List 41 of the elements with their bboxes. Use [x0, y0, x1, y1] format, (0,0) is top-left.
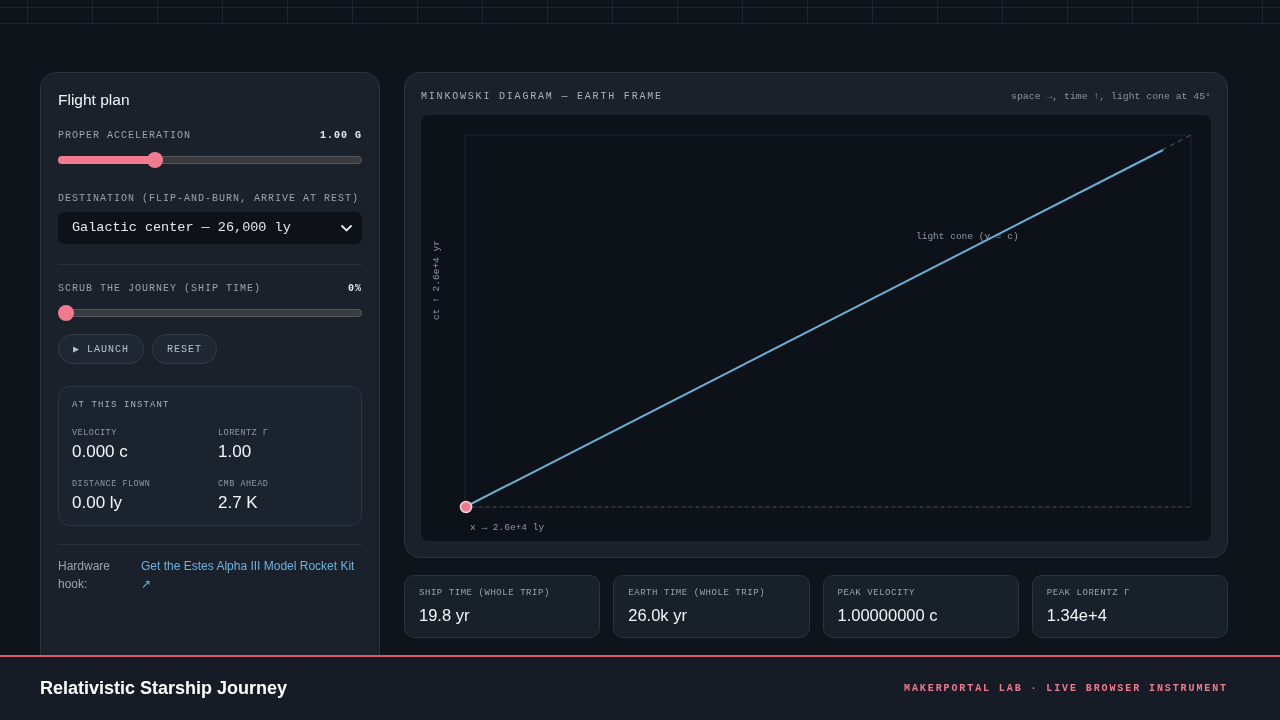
- product-link[interactable]: Get the Estes Alpha III Model Rocket Kit ↗: [141, 557, 362, 593]
- app-title: Relativistic Starship Journey: [40, 677, 288, 700]
- stat-label: PEAK VELOCITY: [837, 588, 916, 598]
- readout-value: 2.7 K: [218, 493, 259, 513]
- slider-thumb[interactable]: [147, 152, 164, 168]
- card-title: AT THIS INSTANT: [72, 399, 171, 411]
- reset-button[interactable]: RESET: [152, 334, 218, 364]
- readout-value: 0.000 c: [72, 442, 129, 462]
- chevron-icon: [341, 224, 352, 232]
- slider-label: SCRUB THE JOURNEY (SHIP TIME): [58, 282, 262, 296]
- acceleration-slider[interactable]: [58, 152, 362, 168]
- readout-label: VELOCITY: [72, 428, 118, 438]
- readout-value: 0.00 ly: [72, 493, 124, 513]
- light-cone-label: light cone (v = c): [916, 231, 1019, 242]
- stat-value: 1.00000000 c: [837, 605, 939, 625]
- diagram-title: MINKOWSKI DIAGRAM — EARTH FRAME: [421, 90, 663, 104]
- panel-title: Flight plan: [58, 90, 131, 110]
- hardware-hook-label: Hardware hook:: [58, 558, 112, 593]
- diagram-hint: space →, time ↑, light cone at 45°: [1011, 90, 1211, 104]
- journey-slider[interactable]: [58, 305, 362, 321]
- credit-text: MAKERPORTAL LAB · LIVE BROWSER INSTRUMENT: [904, 682, 1228, 696]
- slider-reading: 1.00 G: [320, 129, 362, 143]
- ship-marker: [459, 500, 473, 514]
- stat-value: 1.34e+4: [1046, 605, 1108, 625]
- readout-value: 1.00: [218, 442, 253, 462]
- slider-thumb[interactable]: [58, 305, 74, 321]
- field-label: DESTINATION (FLIP-AND-BURN, ARRIVE AT REST): [58, 192, 361, 206]
- slider-reading: 0%: [348, 282, 362, 296]
- stat-value: 26.0k yr: [628, 605, 688, 625]
- readout-label: LORENTZ Γ: [218, 428, 270, 438]
- launch-button[interactable]: ▶ LAUNCH: [58, 334, 145, 364]
- stat-label: SHIP TIME (WHOLE TRIP): [419, 588, 551, 598]
- readout-label: DISTANCE FLOWN: [72, 479, 152, 489]
- destination-select[interactable]: Galactic center — 26,000 ly: [58, 212, 362, 244]
- stat-value: 19.8 yr: [419, 605, 471, 625]
- x-axis-label: x → 2.6e+4 ly: [470, 522, 545, 533]
- stat-label: PEAK LORENTZ Γ: [1046, 588, 1132, 598]
- readout-label: CMB AHEAD: [218, 479, 270, 489]
- slider-label: PROPER ACCELERATION: [58, 129, 192, 143]
- stat-label: EARTH TIME (WHOLE TRIP): [628, 588, 767, 598]
- y-axis-label: ct ↑ 2.6e+4 yr: [431, 240, 442, 320]
